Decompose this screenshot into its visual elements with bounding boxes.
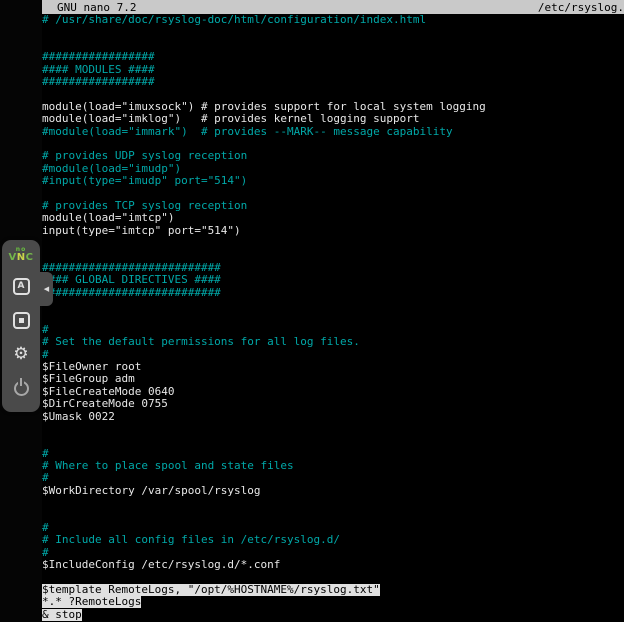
editor-line <box>42 311 624 323</box>
editor-line: # provides UDP syslog reception <box>42 150 624 162</box>
desktop: GNU nano 7.2 /etc/rsyslog. # /usr/share/… <box>0 0 624 622</box>
editor-line: $Umask 0022 <box>42 411 624 423</box>
editor-line <box>42 39 624 51</box>
settings-button[interactable]: ⚙ <box>7 340 35 368</box>
fullscreen-icon <box>13 312 30 329</box>
novnc-logo-letter: C <box>26 252 34 263</box>
editor-line: # <box>42 324 624 336</box>
editor-line: $WorkDirectory /var/spool/rsyslog <box>42 485 624 497</box>
editor-line <box>42 138 624 150</box>
fullscreen-icon-dot <box>19 318 24 323</box>
clipboard-icon: A <box>13 278 30 295</box>
novnc-logo-letter: V <box>9 252 17 263</box>
editor-line: ########################### <box>42 287 624 299</box>
editor-line: # <box>42 472 624 484</box>
editor-line <box>42 435 624 447</box>
editor-line <box>42 572 624 584</box>
editor-line: module(load="imtcp") <box>42 212 624 224</box>
editor-line: ################# <box>42 76 624 88</box>
control-bar-handle[interactable]: ◀ <box>40 272 53 306</box>
editor-line: input(type="imtcp" port="514") <box>42 225 624 237</box>
editor-line: $DirCreateMode 0755 <box>42 398 624 410</box>
editor-line: # <box>42 448 624 460</box>
editor-line <box>42 299 624 311</box>
editor-line: #### MODULES #### <box>42 64 624 76</box>
editor-line: # /usr/share/doc/rsyslog-doc/html/config… <box>42 14 624 26</box>
editor-line: $template RemoteLogs, "/opt/%HOSTNAME%/r… <box>42 584 624 596</box>
nano-version-label: GNU nano 7.2 <box>57 1 136 14</box>
editor-line: # <box>42 522 624 534</box>
editor-line: ########################### <box>42 262 624 274</box>
novnc-logo-letter: N <box>17 252 26 263</box>
nano-filename-label: /etc/rsyslog. <box>538 1 624 14</box>
editor-line: & stop <box>42 609 624 621</box>
editor-line: #### GLOBAL DIRECTIVES #### <box>42 274 624 286</box>
editor-line: # Where to place spool and state files <box>42 460 624 472</box>
editor-line <box>42 497 624 509</box>
editor-line <box>42 26 624 38</box>
editor-line: $FileCreateMode 0640 <box>42 386 624 398</box>
editor-line <box>42 249 624 261</box>
editor-line: module(load="imklog") # provides kernel … <box>42 113 624 125</box>
clipboard-button[interactable]: A <box>7 272 35 300</box>
editor-line: # <box>42 547 624 559</box>
power-icon <box>14 381 29 396</box>
editor-line <box>42 88 624 100</box>
editor-line: #module(load="imudp") <box>42 163 624 175</box>
editor-line <box>42 187 624 199</box>
editor-line: # <box>42 349 624 361</box>
power-button[interactable] <box>7 374 35 402</box>
terminal-window: GNU nano 7.2 /etc/rsyslog. # /usr/share/… <box>42 0 624 622</box>
nano-titlebar: GNU nano 7.2 /etc/rsyslog. <box>42 0 624 14</box>
editor-line: ################# <box>42 51 624 63</box>
editor-line: # provides TCP syslog reception <box>42 200 624 212</box>
editor-line <box>42 237 624 249</box>
clipboard-icon-letter: A <box>18 281 25 291</box>
collapse-arrow-icon: ◀ <box>44 286 49 293</box>
fullscreen-button[interactable] <box>7 306 35 334</box>
gear-icon: ⚙ <box>13 346 28 363</box>
editor-line: $FileGroup adm <box>42 373 624 385</box>
editor-line: #input(type="imudp" port="514") <box>42 175 624 187</box>
editor-line <box>42 423 624 435</box>
novnc-logo: no VNC <box>9 247 34 263</box>
editor-line: # Include all config files in /etc/rsysl… <box>42 534 624 546</box>
editor-line: $FileOwner root <box>42 361 624 373</box>
editor-line: module(load="imuxsock") # provides suppo… <box>42 101 624 113</box>
editor-line: # Set the default permissions for all lo… <box>42 336 624 348</box>
editor-lines[interactable]: # /usr/share/doc/rsyslog-doc/html/config… <box>42 14 624 622</box>
editor-line: $IncludeConfig /etc/rsyslog.d/*.conf <box>42 559 624 571</box>
novnc-control-bar: no VNC A ⚙ <box>2 240 40 412</box>
editor-line: #module(load="immark") # provides --MARK… <box>42 126 624 138</box>
editor-line <box>42 510 624 522</box>
novnc-logo-text: VNC <box>9 253 34 263</box>
editor-line: *.* ?RemoteLogs <box>42 596 624 608</box>
